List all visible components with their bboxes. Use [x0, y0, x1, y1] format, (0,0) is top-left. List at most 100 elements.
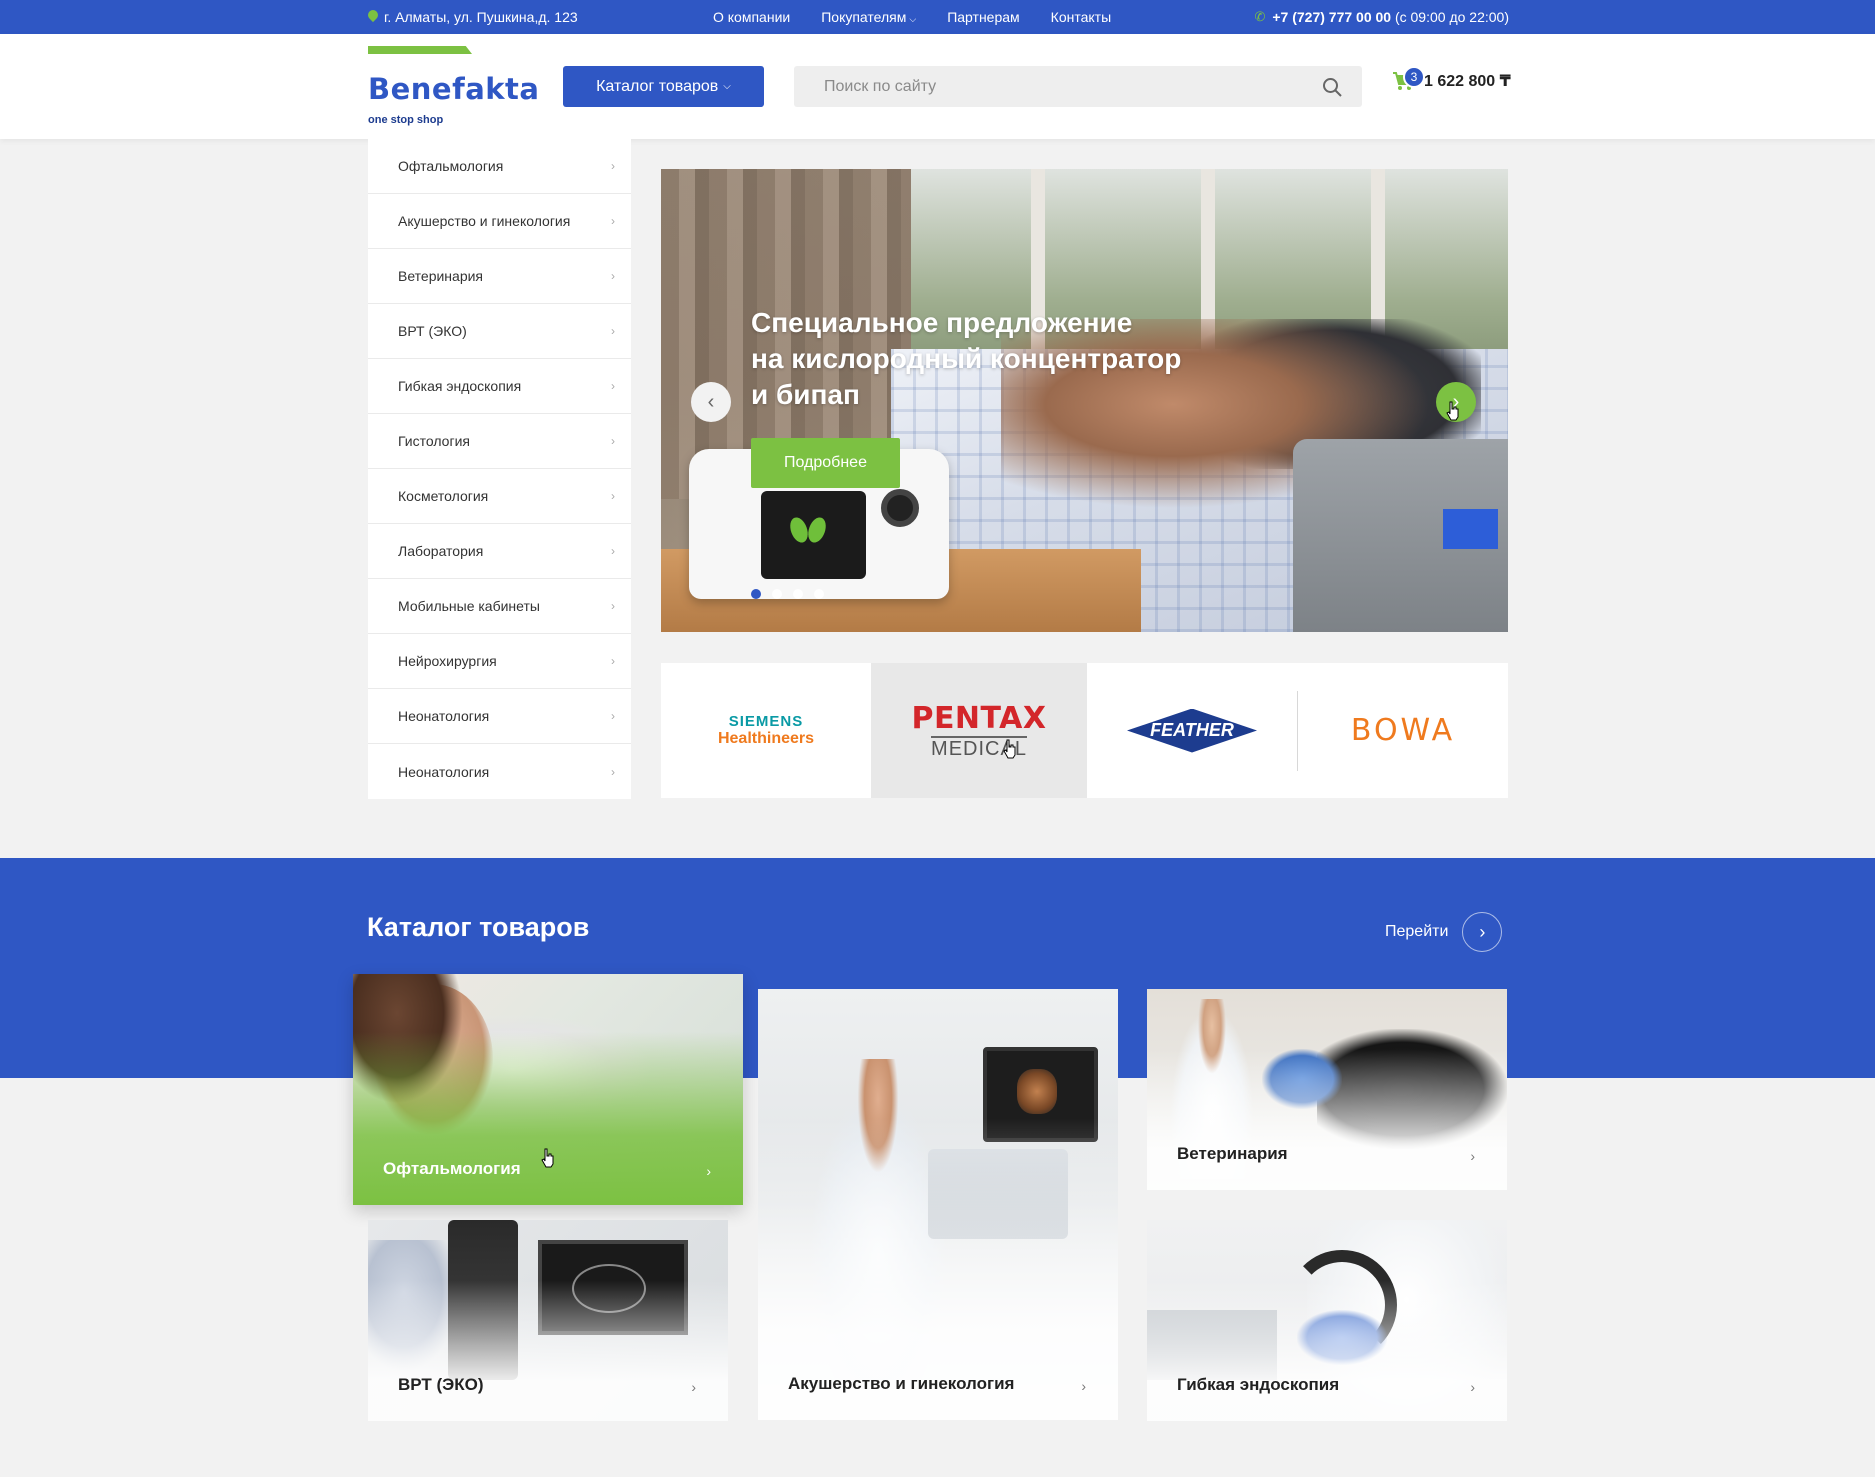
brand-bowa[interactable]: BOWA	[1298, 663, 1508, 798]
brand-feather[interactable]: FEATHER	[1087, 663, 1297, 798]
hand-cursor-icon	[541, 1148, 554, 1168]
chevron-right-icon: ›	[611, 269, 615, 283]
sidebar-item-histology[interactable]: Гистология ›	[368, 414, 631, 469]
logo-bar	[368, 46, 472, 54]
chevron-right-icon: ›	[691, 1379, 696, 1395]
chevron-right-icon: ›	[611, 434, 615, 448]
phone-hours: (с 09:00 до 22:00)	[1394, 9, 1509, 25]
nav-contacts[interactable]: Контакты	[1051, 9, 1111, 25]
logo-tagline: one stop shop	[368, 114, 444, 126]
logo[interactable]: Benefakta one stop shop	[368, 46, 540, 128]
sidebar-item-label: Неонатология	[398, 708, 490, 724]
search-input[interactable]	[794, 66, 1314, 107]
catalog-button[interactable]: Каталог товаров ⌵	[563, 66, 764, 107]
location-pin-icon	[368, 10, 378, 24]
brand-siemens-line1: SIEMENS	[728, 713, 804, 730]
card-label: Офтальмология	[383, 1159, 521, 1178]
chevron-right-icon: ›	[1081, 1378, 1086, 1394]
chevron-right-icon: ›	[1470, 1379, 1475, 1395]
chevron-right-icon: ›	[611, 214, 615, 228]
sidebar-item-label: Офтальмология	[398, 158, 504, 174]
card-label: ВРТ (ЭКО)	[398, 1375, 484, 1394]
top-nav: О компании Покупателям ⌵ Партнерам Контак…	[713, 9, 1142, 25]
hero-slider: Специальное предложение на кислородный к…	[661, 169, 1508, 632]
sidebar-item-label: Неонатология	[398, 763, 490, 780]
catalog-card-obstetrics[interactable]: Акушерство и гинекология ›	[758, 989, 1118, 1420]
catalog-goto-label: Перейти	[1385, 923, 1449, 940]
chevron-left-icon: ‹	[707, 390, 715, 413]
sidebar-item-cosmetology[interactable]: Косметология ›	[368, 469, 631, 524]
catalog-card-ivf[interactable]: ВРТ (ЭКО) ›	[368, 1220, 728, 1421]
chevron-right-icon: ›	[611, 324, 615, 338]
brand-pentax-medical[interactable]: PENTAX MEDICAL	[871, 663, 1087, 798]
hero-title-line: Специальное предложение	[751, 307, 1133, 338]
sidebar-item-label: Гибкая эндоскопия	[398, 378, 522, 394]
chevron-right-icon: ›	[611, 764, 615, 779]
search-icon[interactable]	[1322, 77, 1342, 97]
chevron-right-icon: ›	[1462, 912, 1503, 952]
card-label: Акушерство и гинекология	[788, 1374, 1015, 1393]
slider-dot[interactable]	[772, 589, 782, 599]
sidebar-item-label: Косметология	[398, 488, 489, 504]
catalog-card-ophthalmology[interactable]: Офтальмология ›	[353, 974, 743, 1205]
slider-dot[interactable]	[793, 589, 803, 599]
brand-bowa-text: BOWA	[1350, 713, 1456, 748]
chevron-right-icon: ›	[611, 654, 615, 668]
sidebar-item-ivf[interactable]: ВРТ (ЭКО) ›	[368, 304, 631, 359]
cart-total: 1 622 800 ₸	[1424, 73, 1511, 90]
slider-dots	[751, 589, 824, 599]
sidebar-item-neonatology-2[interactable]: Неонатология ›	[368, 744, 631, 799]
slider-prev-button[interactable]: ‹	[691, 382, 731, 422]
chevron-right-icon: ›	[611, 159, 615, 173]
hero-more-button[interactable]: Подробнее	[751, 438, 900, 488]
chevron-down-icon: ⌵	[909, 14, 917, 24]
chevron-right-icon: ›	[706, 1163, 711, 1179]
hero-title: Специальное предложение на кислородный к…	[751, 305, 1231, 413]
phone-icon: ✆	[1254, 9, 1266, 24]
header: Benefakta one stop shop Каталог товаров …	[0, 34, 1875, 139]
brand-feather-text: FEATHER	[1150, 720, 1234, 740]
catalog-card-veterinary[interactable]: Ветеринария ›	[1147, 989, 1507, 1190]
catalog-card-endoscopy[interactable]: Гибкая эндоскопия ›	[1147, 1220, 1507, 1421]
slider-dot[interactable]	[751, 589, 761, 599]
category-sidebar: Офтальмология › Акушерство и гинекология ›…	[368, 139, 631, 799]
phone-block[interactable]: ✆ +7 (727) 777 00 00 (с 09:00 до 22:00)	[1254, 9, 1509, 25]
nav-about[interactable]: О компании	[713, 9, 790, 25]
sidebar-item-ophthalmology[interactable]: Офтальмология ›	[368, 139, 631, 194]
logo-name: Benefakta	[368, 72, 540, 106]
sidebar-item-laboratory[interactable]: Лаборатория ›	[368, 524, 631, 579]
catalog-title: Каталог товаров	[367, 912, 590, 942]
sidebar-item-label: Лаборатория	[398, 543, 484, 559]
hand-cursor-icon	[1003, 739, 1016, 759]
brands-strip: SIEMENS Healthineers PENTAX MEDICAL FEAT…	[661, 663, 1508, 798]
brand-siemens-line2: Healthineers	[717, 730, 815, 747]
chevron-right-icon: ›	[1470, 1148, 1475, 1164]
chevron-right-icon: ›	[611, 489, 615, 503]
search-box	[794, 66, 1362, 107]
card-label: Ветеринария	[1177, 1144, 1288, 1163]
sidebar-item-neurosurgery[interactable]: Нейрохирургия ›	[368, 634, 631, 689]
chevron-right-icon: ›	[611, 544, 615, 558]
catalog-button-label: Каталог товаров	[596, 77, 719, 95]
brand-siemens-healthineers[interactable]: SIEMENS Healthineers	[661, 663, 871, 798]
slider-dot[interactable]	[814, 589, 824, 599]
cart-count-badge: 3	[1403, 66, 1425, 88]
chevron-right-icon: ›	[611, 709, 615, 723]
sidebar-item-veterinary[interactable]: Ветеринария ›	[368, 249, 631, 304]
address-text: г. Алматы, ул. Пушкина,д. 123	[384, 9, 578, 25]
sidebar-item-endoscopy[interactable]: Гибкая эндоскопия ›	[368, 359, 631, 414]
catalog-goto-link[interactable]: Перейти ›	[1385, 912, 1503, 952]
sidebar-item-label: Мобильные кабинеты	[398, 598, 540, 614]
sidebar-item-obstetrics[interactable]: Акушерство и гинекология ›	[368, 194, 631, 249]
nav-partners[interactable]: Партнерам	[947, 9, 1019, 25]
phone-number[interactable]: +7 (727) 777 00 00	[1272, 9, 1391, 25]
hero-title-line: и бипап	[751, 379, 860, 410]
sidebar-item-mobile-units[interactable]: Мобильные кабинеты ›	[368, 579, 631, 634]
top-bar: г. Алматы, ул. Пушкина,д. 123 О компании…	[0, 0, 1875, 34]
nav-buyers[interactable]: Покупателям ⌵	[821, 9, 916, 25]
sidebar-item-label: Нейрохирургия	[398, 653, 497, 669]
chevron-right-icon: ›	[611, 599, 615, 613]
sidebar-item-neonatology[interactable]: Неонатология ›	[368, 689, 631, 744]
chevron-down-icon: ⌵	[723, 81, 731, 92]
sidebar-item-label: Гистология	[398, 433, 470, 449]
